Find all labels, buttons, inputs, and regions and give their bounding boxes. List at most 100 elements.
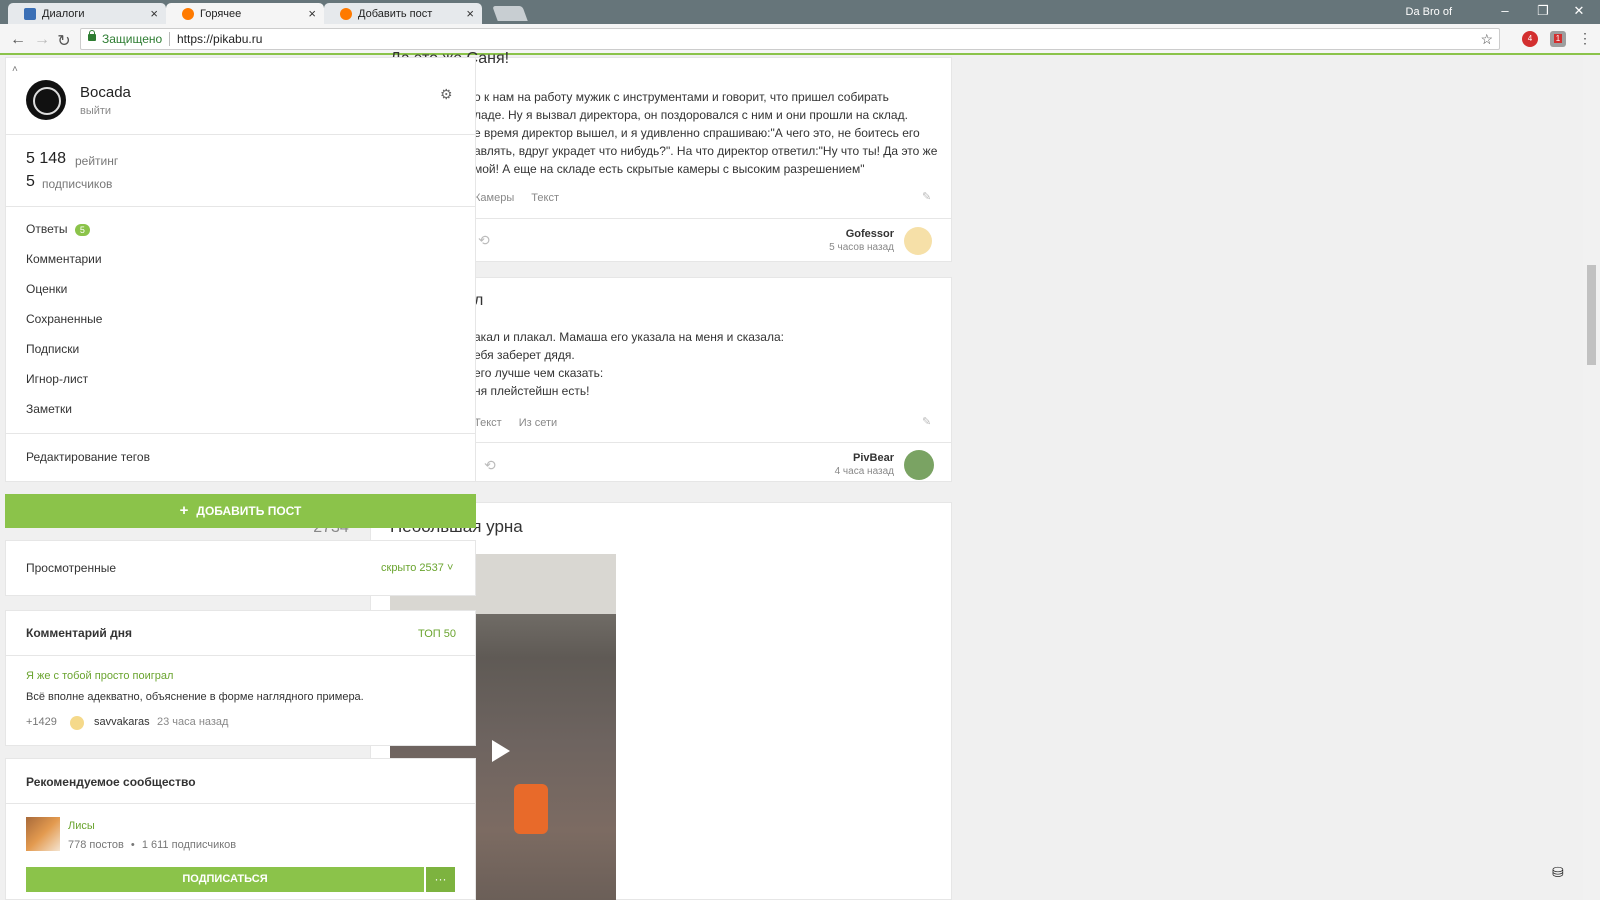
tab-hot[interactable]: Горячее × [166, 3, 324, 24]
post-line: его лучше чем сказать: [474, 366, 604, 380]
divider [6, 655, 475, 656]
divider [6, 206, 475, 207]
comment-time: 23 часа назад [157, 716, 229, 728]
post-line: ня плейстейшн есть! [474, 384, 590, 398]
new-tab-button[interactable] [492, 6, 528, 21]
logout-link[interactable]: выйти [80, 105, 111, 117]
author-avatar[interactable] [904, 227, 932, 255]
tab-add-post[interactable]: Добавить пост × [324, 3, 482, 24]
sidebar-item-replies[interactable]: Ответы 5 [26, 222, 90, 236]
username[interactable]: Bocada [80, 84, 131, 101]
close-icon[interactable]: × [466, 6, 474, 21]
community-posts: 778 постов [68, 839, 124, 851]
divider [6, 803, 475, 804]
community-stats: 778 постов • 1 611 подписчиков [68, 839, 237, 851]
profile-name[interactable]: Da Bro of [1406, 6, 1452, 18]
post-time: 4 часа назад [834, 466, 894, 477]
user-avatar[interactable] [26, 80, 66, 120]
adblock-icon[interactable]: 4 [1522, 31, 1538, 47]
comment-post-link[interactable]: Я же с тобой просто поиграл [26, 670, 173, 682]
scrollbar[interactable] [1583, 55, 1600, 900]
extension-icon[interactable]: 1 [1550, 31, 1566, 47]
restore-icon[interactable]: ❐ [1528, 3, 1558, 19]
top50-link[interactable]: ТОП 50 [418, 628, 456, 640]
minimize-icon[interactable]: – [1490, 3, 1520, 18]
community-avatar[interactable] [26, 817, 60, 851]
subscribers-label: подписчиков [42, 177, 113, 191]
bookmark-star-icon[interactable]: ☆ [1480, 29, 1493, 49]
tab-dialogs[interactable]: Диалоги × [8, 3, 166, 24]
close-icon[interactable]: × [150, 6, 158, 21]
tab-title: Диалоги [42, 8, 85, 20]
post-author[interactable]: PivBear [820, 452, 894, 464]
edit-icon[interactable]: ✎ [922, 415, 931, 428]
viewed-hidden-text: скрыто 2537 [381, 562, 444, 574]
url-text[interactable]: https://pikabu.ru [177, 29, 262, 49]
sidebar-item-ratings[interactable]: Оценки [26, 282, 67, 296]
post-time: 5 часов назад [829, 242, 894, 253]
comment-text: Всё вполне адекватно, объяснение в форме… [26, 691, 364, 703]
rating-value: 5 148 [26, 150, 67, 167]
divider [470, 218, 952, 219]
tag[interactable]: Текст [531, 192, 559, 204]
viewed-label[interactable]: Просмотренные [26, 561, 116, 575]
post-line: авлять, вдруг украдет что нибудь?". На ч… [474, 144, 938, 158]
back-icon[interactable]: ← [8, 31, 28, 49]
divider [470, 442, 952, 443]
secure-label: Защищено [102, 32, 163, 46]
forward-icon[interactable]: → [32, 31, 52, 49]
menu-icon[interactable]: ⋮ [1578, 30, 1592, 47]
community-name[interactable]: Лисы [68, 820, 95, 832]
post-line: ебя заберет дядя. [474, 348, 575, 362]
tag[interactable]: Текст [474, 417, 502, 429]
more-options-button[interactable]: ··· [426, 867, 455, 892]
ext-badge: 1 [1553, 34, 1563, 43]
ext-badge: 4 [1527, 34, 1533, 43]
tab-title: Добавить пост [358, 8, 433, 20]
tag[interactable]: Камеры [474, 192, 514, 204]
edit-icon[interactable]: ✎ [922, 190, 931, 203]
worker-figure [514, 784, 548, 834]
post-tags: Текст Из сети [474, 417, 557, 429]
paint-bucket-icon[interactable]: ⛁ [1552, 864, 1564, 881]
comment-author[interactable]: savvakaras [94, 716, 150, 728]
reload-icon[interactable]: ↻ [54, 31, 74, 51]
close-icon[interactable]: × [308, 6, 316, 21]
comment-author-avatar[interactable] [70, 716, 84, 730]
address-bar[interactable]: Защищено https://pikabu.ru ☆ [80, 28, 1500, 50]
gear-icon[interactable]: ⚙ [440, 86, 453, 103]
post-line: мой! А еще на складе есть скрытые камеры… [474, 162, 865, 176]
repost-icon[interactable]: ⟲ [484, 457, 496, 474]
repost-icon[interactable]: ⟲ [478, 232, 490, 249]
pikabu-favicon-icon [182, 8, 194, 20]
collapse-icon[interactable]: ˄ [12, 64, 18, 75]
sidebar-item-comments[interactable]: Комментарии [26, 252, 102, 266]
sidebar-item-saved[interactable]: Сохраненные [26, 312, 102, 326]
tag[interactable]: Из сети [519, 417, 557, 429]
sidebar-item-subscriptions[interactable]: Подписки [26, 342, 79, 356]
pentagram-icon [33, 87, 61, 115]
sidebar-item-notes[interactable]: Заметки [26, 402, 72, 416]
replies-badge: 5 [74, 224, 90, 236]
subscribe-button[interactable]: ПОДПИСАТЬСЯ [26, 867, 424, 892]
add-post-button[interactable]: + ДОБАВИТЬ ПОСТ [5, 494, 476, 528]
post-text: акал и плакал. Мамаша его указала на мен… [474, 328, 784, 400]
panel-title: Рекомендуемое сообщество [26, 775, 196, 789]
play-icon[interactable] [492, 740, 510, 762]
post-text: о к нам на работу мужик с инструментами … [474, 88, 937, 178]
close-window-icon[interactable]: ✕ [1564, 3, 1594, 19]
chevron-down-icon: ˅ [446, 562, 454, 574]
dialogs-favicon-icon [24, 8, 36, 20]
post-line: акал и плакал. Мамаша его указала на мен… [474, 330, 784, 344]
rating-label: рейтинг [75, 154, 119, 168]
divider [6, 433, 475, 434]
post-author[interactable]: Gofessor [820, 228, 894, 240]
sidebar-item-ignore-list[interactable]: Игнор-лист [26, 372, 88, 386]
viewed-hidden-toggle[interactable]: скрыто 2537 ˅ [381, 562, 453, 574]
community-subscribers: 1 611 подписчиков [141, 839, 237, 851]
post-line: ладе. Ну я вызвал директора, он поздоров… [474, 108, 908, 122]
author-avatar[interactable] [904, 450, 934, 480]
edit-tags-link[interactable]: Редактирование тегов [26, 450, 150, 464]
add-post-label: ДОБАВИТЬ ПОСТ [196, 504, 302, 518]
scrollbar-thumb[interactable] [1587, 265, 1596, 365]
